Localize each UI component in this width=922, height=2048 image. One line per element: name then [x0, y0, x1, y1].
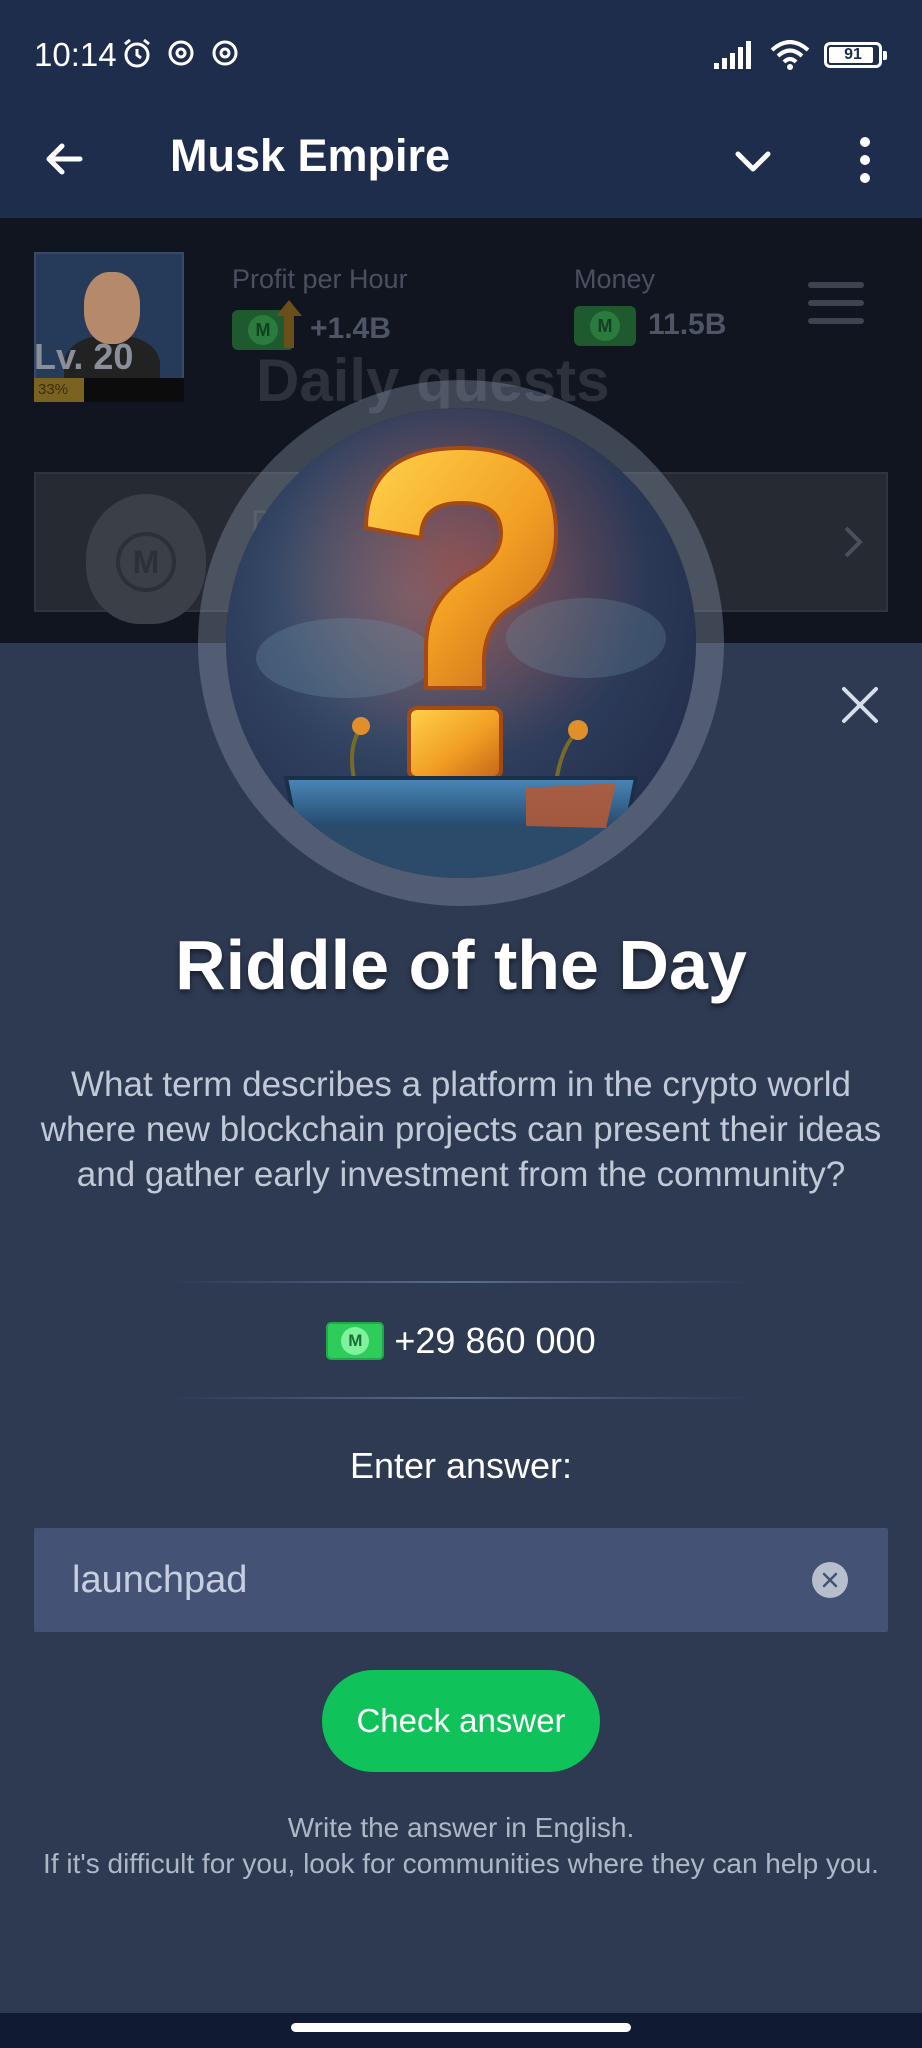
home-indicator[interactable] [291, 2023, 631, 2032]
money-value: 11.5B [648, 308, 727, 341]
reward-row: M +29 860 000 [0, 1315, 922, 1367]
divider [170, 1281, 752, 1283]
threads-icon [208, 36, 242, 70]
money-bag-letter: M [116, 532, 176, 592]
daily-quests-title: Daily quests [256, 347, 610, 414]
signal-icon [714, 41, 751, 69]
hint-text: Write the answer in English. If it's dif… [30, 1810, 892, 1882]
riddle-question: What term describes a platform in the cr… [40, 1065, 882, 1194]
hamburger-menu-icon[interactable] [808, 282, 864, 324]
clear-icon[interactable] [812, 1562, 848, 1598]
status-icons-right: 91 [714, 40, 887, 70]
threads-icon [164, 36, 198, 70]
answer-field[interactable] [34, 1528, 888, 1632]
answer-label: Enter answer: [349, 1445, 573, 1486]
system-nav-bar [0, 2013, 922, 2048]
chevron-down-icon[interactable] [728, 136, 778, 186]
level-label: Lv. 20 [34, 336, 134, 377]
level-progress-fill: 33% [34, 378, 84, 402]
status-time: 10:14 [34, 36, 117, 73]
coin-icon: M [326, 1322, 385, 1360]
app-bar: Musk Empire [0, 110, 922, 218]
arrow-up-icon [276, 300, 302, 348]
profit-label: Profit per Hour [232, 264, 408, 294]
hint-line-1: Write the answer in English. [287, 1812, 635, 1843]
app-title: Musk Empire [170, 130, 451, 181]
question-mark-icon [226, 408, 696, 878]
battery-icon: 91 [824, 42, 887, 68]
riddle-illustration [226, 408, 696, 878]
hint-line-2: If it's difficult for you, look for comm… [43, 1848, 879, 1879]
status-icons-left [120, 36, 242, 70]
coin-icon: M [574, 306, 636, 346]
battery-level: 91 [844, 46, 862, 63]
close-icon[interactable] [840, 685, 880, 725]
chevron-right-icon [844, 526, 863, 558]
level-progress-bar: 33% [34, 378, 184, 402]
divider [170, 1397, 752, 1399]
answer-input[interactable] [72, 1528, 792, 1632]
money-label: Money [574, 264, 656, 294]
status-bar: 10:14 91 [0, 0, 922, 110]
profit-value: +1.4B [310, 312, 391, 345]
riddle-title: Riddle of the Day [175, 926, 747, 1004]
alarm-icon [120, 36, 154, 70]
wifi-icon [770, 40, 810, 70]
more-vertical-icon[interactable] [840, 132, 890, 188]
reward-amount: +29 860 000 [394, 1320, 596, 1361]
back-arrow-icon[interactable] [40, 134, 90, 184]
check-answer-button[interactable]: Check answer [322, 1670, 600, 1772]
